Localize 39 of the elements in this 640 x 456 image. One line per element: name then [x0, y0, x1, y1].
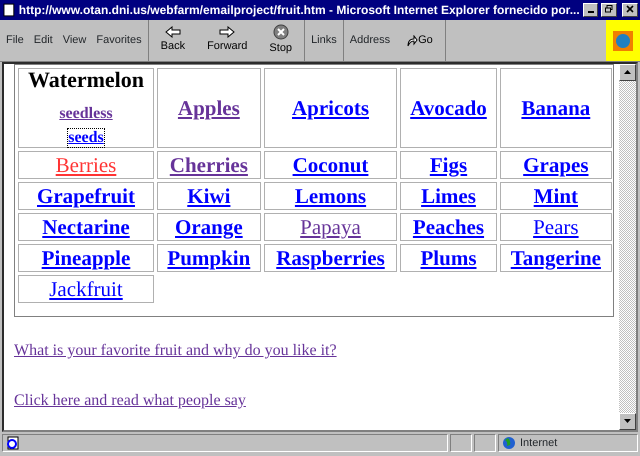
- globe-icon: [502, 436, 516, 450]
- menu-item[interactable]: Edit: [34, 32, 53, 49]
- page-link[interactable]: Click here and read what people say: [14, 389, 246, 413]
- page-link[interactable]: What is your favorite fruit and why do you like it?: [14, 339, 337, 363]
- fruit-link[interactable]: Apples: [178, 96, 240, 120]
- window-title: http://www.otan.dni.us/webfarm/emailproject/fruit.htm - Microsoft Internet Explorer fornecido por...: [18, 2, 580, 19]
- go-button[interactable]: Go: [400, 32, 439, 49]
- status-pane: [474, 434, 496, 452]
- cell-heading: Watermelon: [26, 69, 146, 91]
- up-arrow-icon: [624, 70, 631, 74]
- fruit-link[interactable]: seeds: [68, 129, 104, 147]
- scroll-down-button[interactable]: [619, 413, 636, 430]
- back-button[interactable]: Back: [154, 26, 192, 55]
- minimize-button[interactable]: [582, 3, 598, 17]
- page-icon: [2, 3, 16, 17]
- back-arrow-icon: [164, 26, 181, 38]
- links-button[interactable]: Links: [311, 32, 337, 49]
- menu-item[interactable]: Favorites: [96, 32, 142, 49]
- fruit-link[interactable]: Apricots: [292, 96, 369, 120]
- forward-arrow-icon: [219, 26, 236, 38]
- status-pane: [450, 434, 472, 452]
- page-icon: [6, 436, 20, 450]
- stop-button[interactable]: Stop: [263, 24, 298, 57]
- menu-item[interactable]: View: [62, 32, 86, 49]
- go-arrow-icon: [406, 34, 418, 46]
- fruit-link[interactable]: Banana: [521, 96, 590, 120]
- restore-button[interactable]: [601, 3, 618, 17]
- menu-item[interactable]: File: [6, 32, 24, 49]
- restore-icon: [605, 5, 614, 14]
- status-zone: Internet: [520, 436, 558, 451]
- down-arrow-icon: [624, 419, 631, 424]
- stop-icon: [272, 24, 289, 40]
- close-icon: [626, 5, 634, 14]
- forward-button[interactable]: Forward: [201, 26, 254, 55]
- close-button[interactable]: [622, 3, 638, 17]
- fruit-link[interactable]: seedless: [59, 105, 113, 123]
- scroll-up-button[interactable]: [619, 64, 636, 81]
- browser-logo: [606, 20, 640, 61]
- address-label: Address: [350, 33, 390, 48]
